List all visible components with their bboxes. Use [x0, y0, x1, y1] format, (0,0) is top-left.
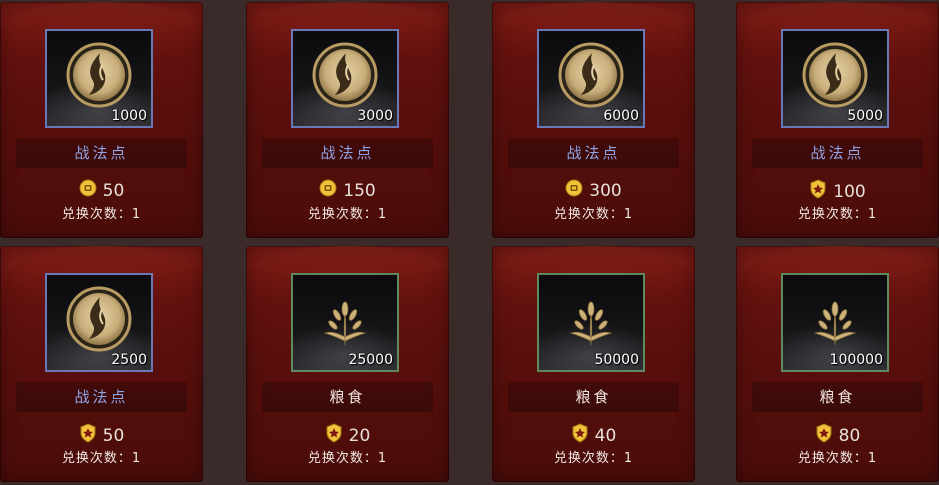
shield-token-icon — [809, 179, 827, 205]
item-quantity: 1000 — [111, 108, 147, 124]
item-price: 40 — [492, 423, 695, 446]
item-price: 150 — [246, 179, 449, 201]
price-value: 150 — [343, 181, 376, 201]
item-quantity: 100000 — [829, 352, 883, 368]
gold-coin-icon — [565, 179, 583, 203]
item-price: 20 — [246, 423, 449, 446]
gold-coin-icon — [319, 179, 337, 203]
item-name: 战法点 — [752, 138, 923, 168]
gold-coin-icon — [79, 179, 97, 203]
shop-item-card[interactable]: 3000 战法点 150 兑换次数：1 — [246, 2, 449, 238]
shop-item-card[interactable]: 1000 战法点 50 兑换次数：1 — [0, 2, 203, 238]
item-icon-frame: 6000 — [537, 29, 645, 128]
exchange-limit: 兑换次数：1 — [797, 207, 878, 222]
item-quantity: 6000 — [603, 108, 639, 124]
exchange-limit: 兑换次数：1 — [61, 451, 142, 466]
shield-token-icon — [815, 423, 833, 449]
item-name: 战法点 — [16, 138, 187, 168]
item-name: 战法点 — [16, 382, 187, 412]
item-quantity: 5000 — [847, 108, 883, 124]
item-name: 粮食 — [508, 382, 679, 412]
shop-item-card[interactable]: 5000 战法点 100 兑换次数：1 — [736, 2, 939, 238]
item-name: 粮食 — [752, 382, 923, 412]
exchange-limit: 兑换次数：1 — [553, 451, 634, 466]
item-icon-frame: 5000 — [781, 29, 889, 128]
item-icon-frame: 50000 — [537, 273, 645, 372]
shield-token-icon — [79, 423, 97, 449]
item-name: 战法点 — [262, 138, 433, 168]
item-icon-frame: 3000 — [291, 29, 399, 128]
shield-token-icon — [325, 423, 343, 449]
price-value: 80 — [838, 426, 861, 446]
item-name: 战法点 — [508, 138, 679, 168]
shop-item-card[interactable]: 6000 战法点 300 兑换次数：1 — [492, 2, 695, 238]
exchange-limit: 兑换次数：1 — [553, 207, 634, 222]
price-value: 300 — [589, 181, 622, 201]
price-value: 20 — [348, 426, 371, 446]
shop-item-card[interactable]: 2500 战法点 50 兑换次数：1 — [0, 246, 203, 482]
item-icon-frame: 100000 — [781, 273, 889, 372]
item-quantity: 2500 — [111, 352, 147, 368]
item-price: 300 — [492, 179, 695, 201]
price-value: 50 — [102, 181, 125, 201]
shop-item-card[interactable]: 100000 粮食 80 兑换次数：1 — [736, 246, 939, 482]
price-value: 100 — [833, 182, 866, 202]
price-value: 40 — [594, 426, 617, 446]
shop-item-card[interactable]: 50000 粮食 40 兑换次数：1 — [492, 246, 695, 482]
item-icon-frame: 1000 — [45, 29, 153, 128]
price-value: 50 — [102, 426, 125, 446]
shop-item-card[interactable]: 25000 粮食 20 兑换次数：1 — [246, 246, 449, 482]
exchange-limit: 兑换次数：1 — [307, 451, 388, 466]
exchange-limit: 兑换次数：1 — [61, 207, 142, 222]
item-quantity: 3000 — [357, 108, 393, 124]
exchange-shop-grid: 1000 战法点 50 兑换次数：1 3000 战法点 150 兑换次数：1 6… — [0, 0, 939, 485]
exchange-limit: 兑换次数：1 — [307, 207, 388, 222]
item-icon-frame: 25000 — [291, 273, 399, 372]
item-price: 100 — [736, 179, 939, 202]
item-icon-frame: 2500 — [45, 273, 153, 372]
item-price: 80 — [736, 423, 939, 446]
item-name: 粮食 — [262, 382, 433, 412]
shield-token-icon — [571, 423, 589, 449]
item-price: 50 — [0, 179, 203, 201]
item-quantity: 25000 — [348, 352, 393, 368]
item-quantity: 50000 — [594, 352, 639, 368]
exchange-limit: 兑换次数：1 — [797, 451, 878, 466]
item-price: 50 — [0, 423, 203, 446]
